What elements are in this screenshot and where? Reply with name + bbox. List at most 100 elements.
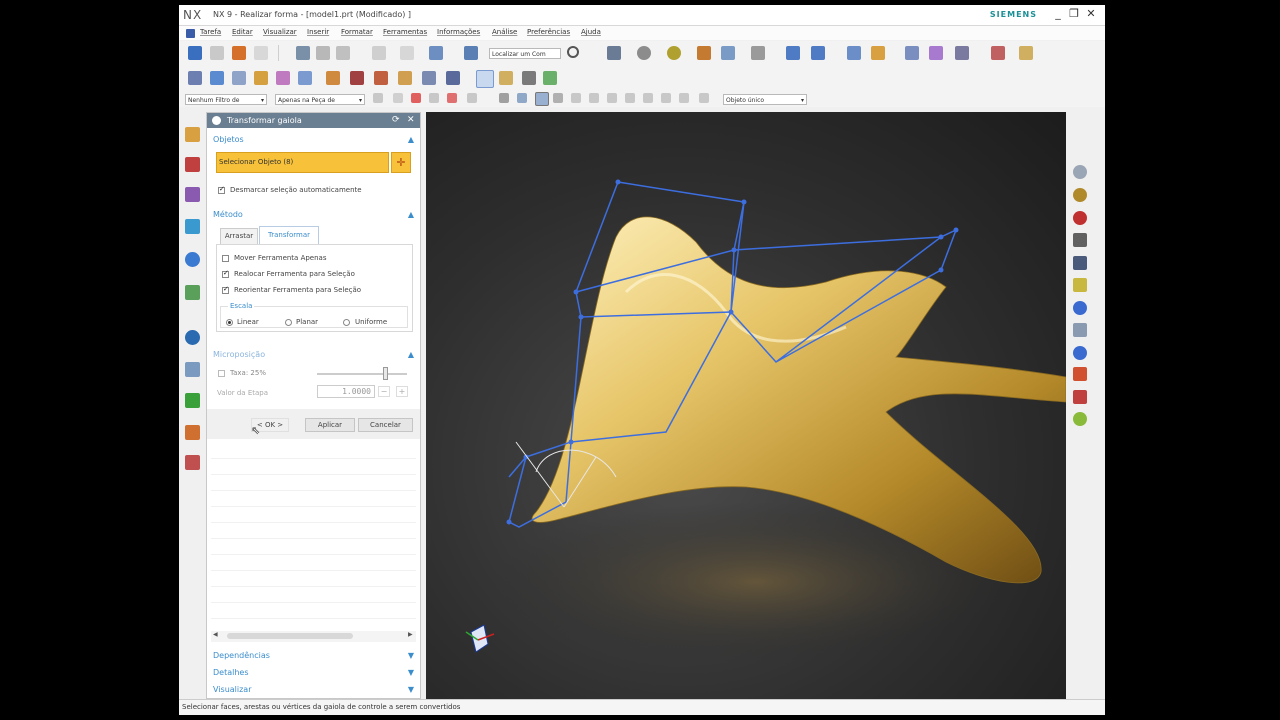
edge-select-icon[interactable] xyxy=(535,92,549,106)
cancel-button[interactable]: Cancelar xyxy=(358,418,413,432)
web-browser-icon[interactable] xyxy=(185,285,200,300)
menu-editar[interactable]: Editar xyxy=(232,28,253,36)
redo-icon[interactable] xyxy=(400,46,414,60)
decrement-icon[interactable]: − xyxy=(378,386,390,397)
plane-icon[interactable] xyxy=(232,71,246,85)
apply-button[interactable]: Aplicar xyxy=(305,418,355,432)
edit-object-icon[interactable] xyxy=(905,46,919,60)
studio-icon[interactable] xyxy=(1073,256,1087,270)
scroll-thumb[interactable] xyxy=(227,633,353,639)
close-window-button[interactable]: ✕ xyxy=(1084,7,1098,21)
snap-mid-icon[interactable] xyxy=(467,93,477,103)
copy-icon[interactable] xyxy=(316,46,330,60)
search-icon[interactable] xyxy=(567,46,579,58)
tangent-icon[interactable] xyxy=(661,93,671,103)
command-search-input[interactable]: Localizar um Com xyxy=(489,48,561,59)
reset-icon[interactable]: ⟳ xyxy=(392,113,400,128)
tab-transformar[interactable]: Transformar xyxy=(259,226,319,244)
menu-analise[interactable]: Análise xyxy=(492,28,517,36)
section-dependencies-header[interactable]: Dependências ▼ xyxy=(213,649,416,663)
section-details-header[interactable]: Detalhes ▼ xyxy=(213,666,416,680)
menu-ferramentas[interactable]: Ferramentas xyxy=(383,28,427,36)
analysis-icon[interactable] xyxy=(871,46,885,60)
close-dialog-icon[interactable]: ✕ xyxy=(407,113,415,128)
menu-ajuda[interactable]: Ajuda xyxy=(581,28,601,36)
face-select-icon[interactable] xyxy=(499,93,509,103)
new-icon[interactable] xyxy=(210,46,224,60)
scale-linear-radio[interactable] xyxy=(226,319,233,326)
history-icon[interactable] xyxy=(185,330,200,345)
deselect-icon[interactable] xyxy=(411,93,421,103)
section-micropos-header[interactable]: Microposição ▲ xyxy=(213,348,416,362)
ruler-icon[interactable] xyxy=(1019,46,1033,60)
scroll-right-icon[interactable]: ▶ xyxy=(408,631,413,638)
menu-tarefa[interactable]: Tarefa xyxy=(200,28,221,36)
scale-uniform-radio[interactable] xyxy=(343,319,350,326)
rate-slider-thumb[interactable] xyxy=(382,367,388,380)
process-studio-icon[interactable] xyxy=(185,393,200,408)
layer-icon[interactable] xyxy=(697,46,711,60)
rate-slider[interactable] xyxy=(317,373,407,375)
vertex-select-icon[interactable] xyxy=(553,93,563,103)
command-finder-icon[interactable] xyxy=(429,46,443,60)
body-icon[interactable] xyxy=(847,46,861,60)
body-select-icon[interactable] xyxy=(517,93,527,103)
light-icon[interactable] xyxy=(1073,278,1087,292)
symmetry-icon[interactable] xyxy=(543,71,557,85)
cylinder-icon[interactable] xyxy=(254,71,268,85)
menu-informacoes[interactable]: Informações xyxy=(437,28,480,36)
increment-icon[interactable]: + xyxy=(396,386,408,397)
select-object-field[interactable]: Selecionar Objeto (8) xyxy=(216,152,389,173)
section-method-header[interactable]: Método ▲ xyxy=(213,208,416,222)
extrude-icon[interactable] xyxy=(298,71,312,85)
selection-mode-dropdown[interactable]: Objeto único ▾ xyxy=(723,94,807,105)
crosshair-icon[interactable]: ✛ xyxy=(391,152,411,173)
reuse-library-icon[interactable] xyxy=(185,219,200,234)
arc-icon[interactable] xyxy=(607,93,617,103)
delete-icon[interactable] xyxy=(350,71,364,85)
roles-icon[interactable] xyxy=(185,425,200,440)
menu-inserir[interactable]: Inserir xyxy=(307,28,329,36)
window-icon[interactable] xyxy=(751,46,765,60)
undo-icon[interactable] xyxy=(372,46,386,60)
scope-filter-dropdown[interactable]: Apenas na Peça de ▾ xyxy=(275,94,365,105)
material-red-icon[interactable] xyxy=(1073,211,1087,225)
merge-icon[interactable] xyxy=(398,71,412,85)
section-icon[interactable] xyxy=(1073,367,1087,381)
tab-arrastar[interactable]: Arrastar xyxy=(220,228,258,244)
measure-icon[interactable] xyxy=(991,46,1005,60)
graphics-window[interactable] xyxy=(426,112,1066,700)
save-icon[interactable] xyxy=(296,46,310,60)
section-visualize-header[interactable]: Visualizar ▼ xyxy=(213,683,416,697)
touch-mode-icon[interactable] xyxy=(464,46,478,60)
horizontal-scrollbar[interactable]: ◀ ▶ xyxy=(211,631,416,642)
part-navigator-icon[interactable] xyxy=(185,127,200,142)
environment-icon[interactable] xyxy=(1073,412,1087,426)
floor-icon[interactable] xyxy=(1073,323,1087,337)
sphere-icon[interactable] xyxy=(667,46,681,60)
menu-visualizar[interactable]: Visualizar xyxy=(263,28,297,36)
rate-checkbox[interactable] xyxy=(218,370,225,377)
relocate-tool-checkbox[interactable] xyxy=(222,269,229,278)
bridge-icon[interactable] xyxy=(446,71,460,85)
point-icon[interactable] xyxy=(811,46,825,60)
select-all-icon[interactable] xyxy=(393,93,403,103)
fit-icon[interactable] xyxy=(607,46,621,60)
assembly-navigator-icon[interactable] xyxy=(185,157,200,172)
camera-icon[interactable] xyxy=(1073,301,1087,315)
curve-icon[interactable] xyxy=(571,93,581,103)
system-materials-icon[interactable] xyxy=(185,362,200,377)
scroll-left-icon[interactable]: ◀ xyxy=(213,631,218,638)
settings-icon[interactable] xyxy=(929,46,943,60)
snap-end-icon[interactable] xyxy=(447,93,457,103)
hd3d-icon[interactable] xyxy=(185,252,200,267)
restore-button[interactable]: ❐ xyxy=(1067,7,1081,21)
cage-icon[interactable] xyxy=(188,71,202,85)
section-objects-header[interactable]: Objetos ▲ xyxy=(213,133,416,147)
center-icon[interactable] xyxy=(643,93,653,103)
snap-icon[interactable] xyxy=(786,46,800,60)
perspective-icon[interactable] xyxy=(1073,346,1087,360)
constraint-navigator-icon[interactable] xyxy=(185,187,200,202)
step-value-field[interactable]: 1.0000 xyxy=(317,385,375,398)
system-scene-icon[interactable] xyxy=(185,455,200,470)
